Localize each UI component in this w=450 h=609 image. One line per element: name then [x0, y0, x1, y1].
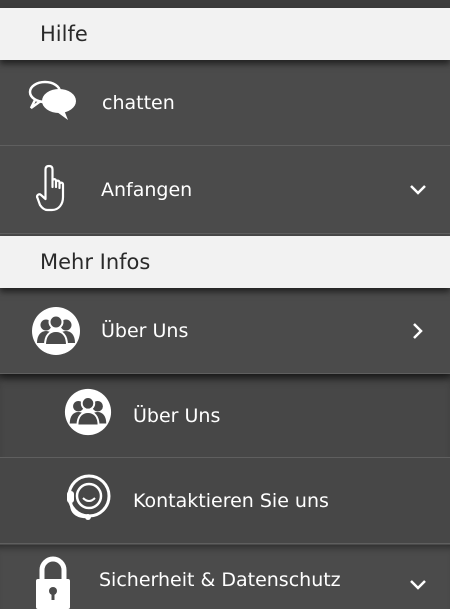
- menu-item-chat[interactable]: chatten: [0, 60, 450, 146]
- people-circle-icon: [30, 305, 82, 357]
- headset-icon: [63, 472, 115, 526]
- section-title-more-info: Mehr Infos: [40, 250, 151, 274]
- submenu-item-about-label: Über Uns: [133, 404, 221, 427]
- menu-item-start-label: Anfangen: [101, 178, 193, 201]
- hand-pointer-icon: [28, 160, 76, 216]
- submenu-item-contact[interactable]: Kontaktieren Sie uns: [0, 458, 450, 544]
- submenu-item-about[interactable]: Über Uns: [0, 374, 450, 458]
- menu-item-start[interactable]: Anfangen: [0, 146, 450, 234]
- section-title-help: Hilfe: [40, 22, 88, 46]
- menu-item-about[interactable]: Über Uns: [0, 288, 450, 374]
- top-bar: [0, 0, 450, 8]
- submenu-item-contact-label: Kontaktieren Sie uns: [133, 489, 329, 512]
- menu-item-about-label: Über Uns: [101, 319, 189, 342]
- menu-item-security[interactable]: Sicherheit & Datenschutz: [0, 545, 450, 609]
- section-header-help: Hilfe: [0, 8, 450, 60]
- padlock-icon: [33, 555, 73, 609]
- chat-bubbles-icon: [26, 76, 80, 128]
- chevron-down-icon[interactable]: [408, 575, 428, 595]
- section-header-more-info: Mehr Infos: [0, 236, 450, 288]
- menu-item-security-label: Sicherheit & Datenschutz: [99, 569, 341, 591]
- menu-item-chat-label: chatten: [102, 91, 175, 114]
- people-circle-icon: [63, 387, 113, 437]
- chevron-right-icon[interactable]: [408, 321, 428, 341]
- chevron-down-icon[interactable]: [408, 180, 428, 200]
